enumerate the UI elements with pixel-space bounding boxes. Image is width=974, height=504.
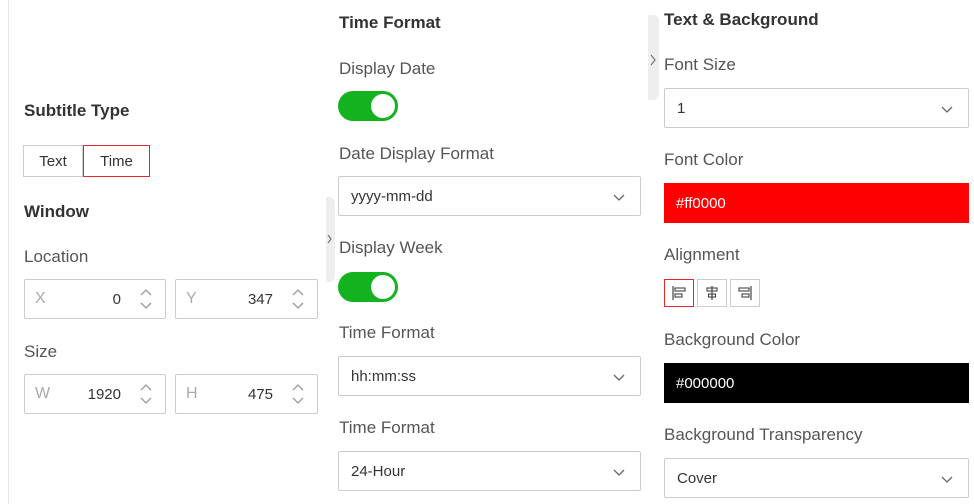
- date-display-format-value: yyyy-mm-dd: [351, 188, 433, 205]
- background-color-field[interactable]: #000000: [664, 363, 969, 403]
- display-date-label: Display Date: [339, 59, 436, 78]
- align-left-icon: [672, 286, 686, 300]
- display-week-label: Display Week: [339, 238, 443, 257]
- hour-format-select[interactable]: 24-Hour: [338, 451, 641, 491]
- w-prefix: W: [35, 385, 51, 402]
- time-format-label: Time Format: [339, 323, 435, 342]
- chevron-down-icon: [613, 194, 625, 201]
- background-transparency-label: Background Transparency: [664, 425, 863, 444]
- align-center-icon: [706, 286, 718, 300]
- font-color-label: Font Color: [664, 150, 744, 169]
- y-value: 347: [247, 291, 273, 308]
- chevron-down-icon: [613, 469, 625, 476]
- background-color-label: Background Color: [664, 330, 801, 349]
- time-format-heading: Time Format: [339, 13, 441, 32]
- stepper-icon[interactable]: [137, 285, 155, 313]
- date-display-format-label: Date Display Format: [339, 144, 494, 163]
- display-week-toggle[interactable]: [338, 272, 398, 302]
- toggle-knob: [371, 275, 395, 299]
- stepper-icon[interactable]: [289, 285, 307, 313]
- align-right-button[interactable]: [730, 279, 760, 307]
- h-prefix: H: [186, 385, 198, 402]
- hour-format-value: 24-Hour: [351, 463, 406, 480]
- size-label: Size: [24, 342, 58, 361]
- collapse-handle-right[interactable]: [648, 15, 659, 100]
- subtitle-type-text-button[interactable]: Text: [23, 145, 83, 177]
- w-value: 1920: [87, 386, 121, 403]
- font-size-select[interactable]: 1: [664, 88, 969, 128]
- background-transparency-select[interactable]: Cover: [664, 458, 969, 498]
- location-x-input[interactable]: X 0: [24, 279, 166, 319]
- toggle-knob: [371, 94, 395, 118]
- align-right-icon: [738, 286, 752, 300]
- y-prefix: Y: [186, 290, 197, 307]
- x-value: 0: [112, 291, 121, 308]
- chevron-down-icon: [941, 476, 953, 483]
- time-format-value: hh:mm:ss: [351, 368, 417, 385]
- alignment-label: Alignment: [664, 245, 740, 264]
- date-display-format-select[interactable]: yyyy-mm-dd: [338, 176, 641, 216]
- stepper-icon[interactable]: [137, 380, 155, 408]
- chevron-right-icon: [327, 234, 332, 244]
- subtitle-type-heading: Subtitle Type: [24, 101, 130, 120]
- location-y-input[interactable]: Y 347: [175, 279, 318, 319]
- location-label: Location: [24, 247, 89, 266]
- h-value: 475: [247, 386, 273, 403]
- time-format-select[interactable]: hh:mm:ss: [338, 356, 641, 396]
- font-size-value: 1: [677, 100, 686, 117]
- collapse-handle-left[interactable]: [326, 197, 335, 282]
- chevron-down-icon: [613, 374, 625, 381]
- stepper-icon[interactable]: [289, 380, 307, 408]
- chevron-right-icon: [650, 54, 656, 66]
- align-left-button[interactable]: [664, 279, 694, 307]
- chevron-down-icon: [941, 106, 953, 113]
- display-date-toggle[interactable]: [338, 91, 398, 121]
- text-background-heading: Text & Background: [664, 10, 819, 29]
- x-prefix: X: [35, 290, 46, 307]
- font-size-label: Font Size: [664, 55, 736, 74]
- font-color-field[interactable]: #ff0000: [664, 183, 969, 223]
- size-h-input[interactable]: H 475: [175, 374, 318, 414]
- background-transparency-value: Cover: [677, 470, 718, 487]
- window-heading: Window: [24, 202, 89, 221]
- subtitle-type-time-button[interactable]: Time: [83, 145, 150, 177]
- align-center-button[interactable]: [697, 279, 727, 307]
- size-w-input[interactable]: W 1920: [24, 374, 166, 414]
- hour-format-label: Time Format: [339, 418, 435, 437]
